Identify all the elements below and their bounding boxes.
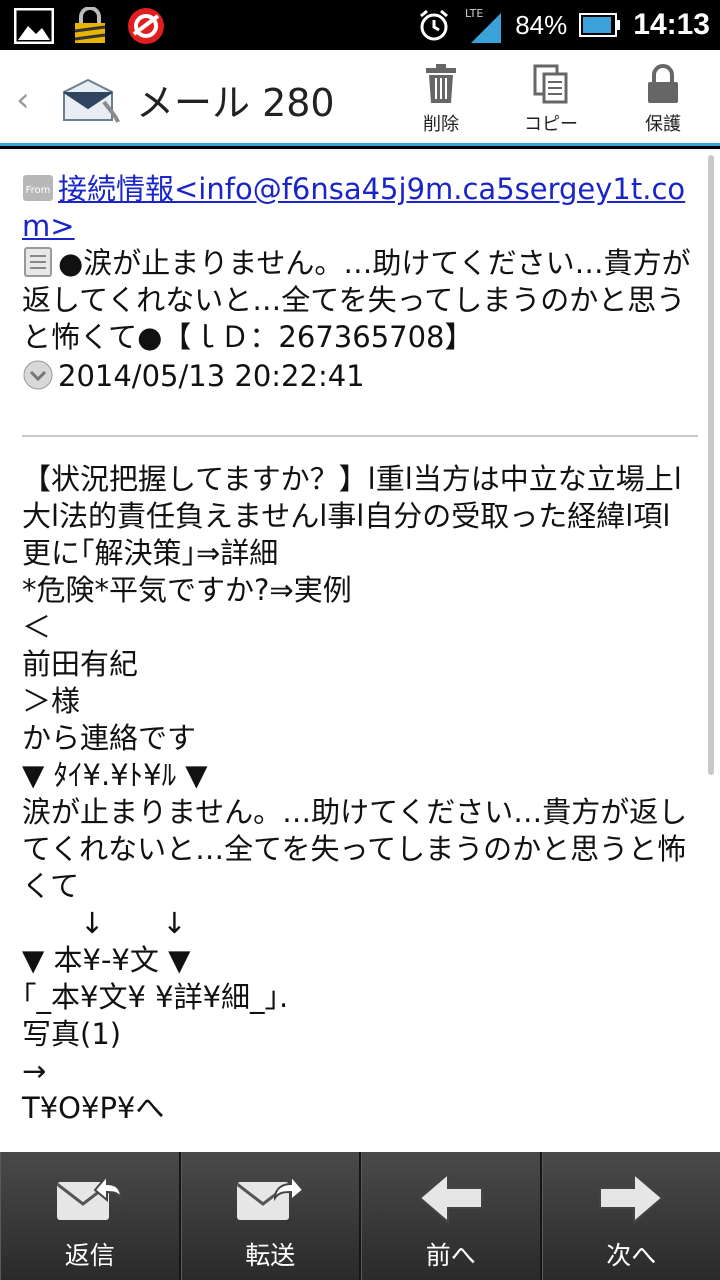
reply-button[interactable]: 返信 [0, 1152, 181, 1280]
mail-body-line: ｢_本¥文¥ ¥詳¥細_｣. [22, 980, 289, 1014]
svg-text:From: From [26, 185, 51, 196]
mail-body-line: ▼ 本¥-¥文 ▼ [22, 943, 191, 977]
date-row: 2014/05/13 20:22:41 [22, 358, 692, 395]
mail-body-line: 涙が止まりません。…助けてください…貴方が返してくれないと…全てを失ってしまうの… [22, 795, 688, 903]
mail-meta: From 接続情報<info@f6nsa45j9m.ca5sergey1t.co… [22, 171, 692, 395]
back-chevron-icon[interactable]: ‹ [16, 80, 30, 120]
network-type: LTE [465, 7, 483, 20]
signal-icon: LTE [465, 7, 502, 43]
forward-icon [236, 1173, 305, 1220]
mail-body-line: → [22, 1054, 47, 1088]
from-icon: From [23, 175, 53, 201]
next-label: 次へ [606, 1241, 657, 1270]
mail-body: 【状況把握してますか？】l重l当方は中立な立場上l大l法的責任負えませんl事l自… [22, 461, 698, 1127]
protect-button[interactable]: 保護 [628, 64, 698, 136]
battery-percent: 84% [515, 9, 568, 40]
delete-button[interactable]: 削除 [406, 64, 476, 136]
copy-label: コピー [524, 114, 578, 135]
arrow-left-icon [418, 1171, 483, 1225]
copy-icon [533, 64, 568, 104]
copy-button[interactable]: コピー [516, 64, 586, 136]
subject-icon [24, 247, 52, 277]
bottom-toolbar: 返信 転送 前へ 次へ [0, 1152, 720, 1280]
mail-body-line: ＞様 [22, 684, 81, 718]
padlock-icon [648, 64, 678, 103]
mail-body-line: *危険*平気ですか?⇒実例 [22, 573, 352, 607]
mail-date: 2014/05/13 20:22:41 [58, 359, 365, 393]
page-title: メール 280 [136, 81, 335, 125]
mail-body-line: ＜ [22, 610, 52, 644]
trash-icon [426, 64, 456, 103]
mail-body-line: T¥O¥P¥へ [22, 1091, 165, 1125]
gallery-icon [14, 8, 54, 44]
mail-body-line: ↓ ↓ [22, 906, 187, 940]
arrow-right-icon [599, 1171, 664, 1225]
mail-body-line: ▼ ﾀｲ¥.¥ﾄ¥ﾙ ▼ [22, 758, 208, 792]
protect-label: 保護 [645, 114, 681, 135]
mail-body-line: 写真(1) [22, 1017, 122, 1051]
mail-body-line: 前田有紀 [22, 647, 139, 681]
mail-body-line: 【状況把握してますか？】l重l当方は中立な立場上l大l法的責任負えませんl事l自… [22, 462, 682, 570]
previous-button[interactable]: 前へ [361, 1152, 542, 1280]
reply-icon [55, 1173, 122, 1220]
previous-label: 前へ [425, 1241, 476, 1270]
forward-label: 転送 [245, 1241, 296, 1270]
next-button[interactable]: 次へ [541, 1152, 720, 1280]
mail-content[interactable]: From 接続情報<info@f6nsa45j9m.ca5sergey1t.co… [0, 149, 720, 1152]
mail-header: ‹ メール 280 削除 コピー 保護 [0, 50, 720, 146]
alarm-icon [420, 9, 449, 41]
divider [22, 435, 698, 437]
delete-label: 削除 [423, 114, 459, 135]
forward-button[interactable]: 転送 [180, 1152, 361, 1280]
chevron-down-icon[interactable] [22, 359, 54, 391]
clock: 14:13 [633, 8, 710, 41]
from-row: From 接続情報<info@f6nsa45j9m.ca5sergey1t.co… [22, 171, 692, 245]
subject-row: ●涙が止まりません。…助けてください…貴方が返してくれないと…全てを失ってしまう… [22, 245, 692, 356]
battery-icon [579, 13, 621, 37]
scrollbar[interactable] [708, 155, 714, 775]
mail-subject: ●涙が止まりません。…助けてください…貴方が返してくれないと…全てを失ってしまう… [22, 246, 691, 354]
mail-body-line: から連絡です [22, 721, 197, 755]
status-bar: LTE 84% 14:13 [0, 0, 720, 50]
lock-icon [74, 7, 106, 43]
security-app-icon [128, 8, 164, 44]
reply-label: 返信 [64, 1241, 115, 1270]
from-address-link[interactable]: 接続情報<info@f6nsa45j9m.ca5sergey1t.com> [22, 172, 685, 243]
mail-app-icon [63, 78, 120, 123]
